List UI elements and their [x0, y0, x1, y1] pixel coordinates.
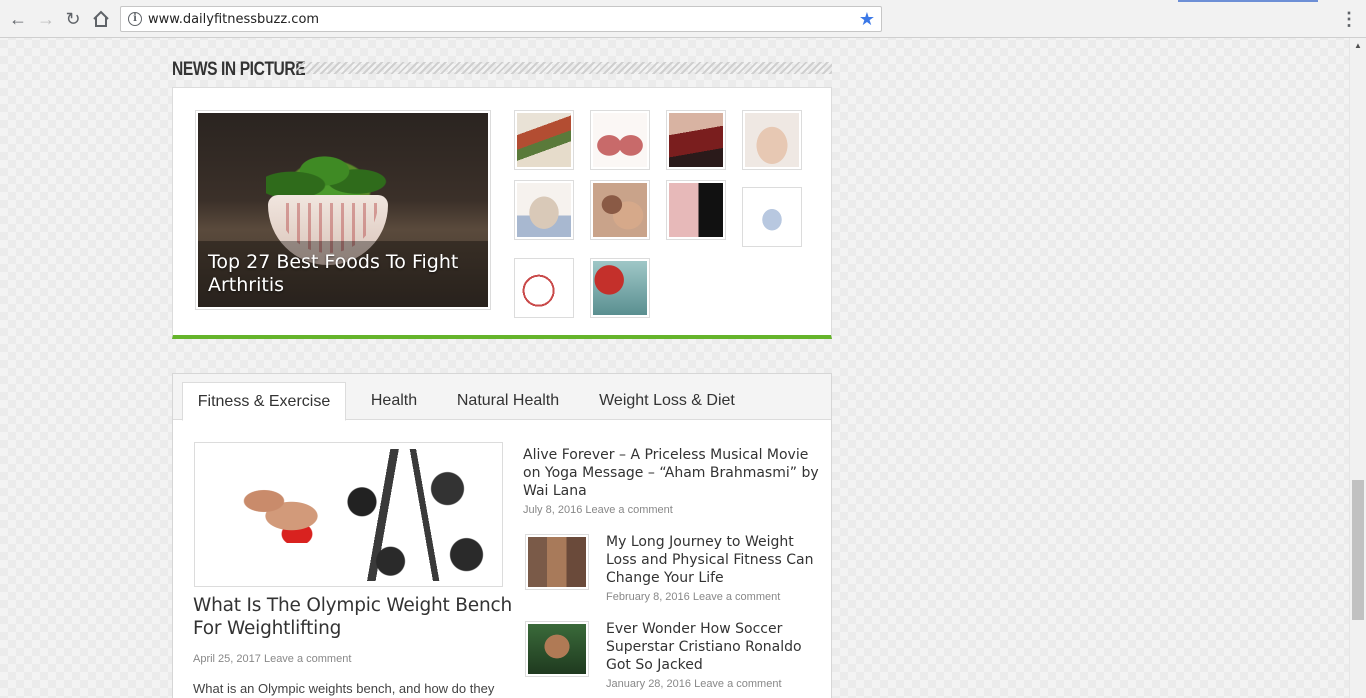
tab-strip-indicator: [1178, 0, 1318, 2]
main-post-image[interactable]: [194, 442, 503, 587]
side-post-date: July 8, 2016: [523, 504, 583, 516]
side-post-meta: February 8, 2016 Leave a comment: [606, 591, 780, 603]
news-in-picture-box: Top 27 Best Foods To Fight Arthritis: [172, 87, 832, 339]
category-tabs-box: Fitness & Exercise Health Natural Health…: [172, 373, 832, 698]
tab-weight-loss-diet[interactable]: Weight Loss & Diet: [587, 382, 747, 420]
person-shape: [231, 483, 341, 543]
side-post-date: February 8, 2016: [606, 591, 690, 603]
thumb-massage[interactable]: [666, 110, 726, 170]
address-bar-url[interactable]: www.dailyfitnessbuzz.com: [148, 12, 319, 27]
thumb-stomach[interactable]: [742, 110, 802, 170]
featured-caption[interactable]: Top 27 Best Foods To Fight Arthritis: [208, 251, 468, 297]
main-post-meta: April 25, 2017 Leave a comment: [193, 653, 351, 665]
thumb-couple[interactable]: [590, 180, 650, 240]
tab-fitness-exercise[interactable]: Fitness & Exercise: [182, 382, 346, 421]
side-post-meta: July 8, 2016 Leave a comment: [523, 504, 673, 516]
site-info-icon[interactable]: i: [128, 12, 142, 26]
thumb-device[interactable]: [742, 187, 802, 247]
side-post-meta: January 28, 2016 Leave a comment: [606, 678, 782, 690]
browser-toolbar: ← → ↻ i www.dailyfitnessbuzz.com ★ ⋮: [0, 0, 1366, 38]
side-post-thumbnail[interactable]: [525, 534, 589, 590]
browser-menu-icon[interactable]: ⋮: [1340, 8, 1358, 30]
thumb-dress[interactable]: [666, 180, 726, 240]
back-arrow-icon[interactable]: ←: [7, 8, 29, 30]
address-bar[interactable]: i www.dailyfitnessbuzz.com ★: [120, 6, 882, 32]
side-post-comment-link[interactable]: Leave a comment: [693, 591, 780, 603]
side-post-title[interactable]: My Long Journey to Weight Loss and Physi…: [606, 533, 821, 587]
scrollbar-thumb[interactable]: [1352, 480, 1364, 620]
main-post-excerpt: What is an Olympic weights bench, and ho…: [193, 681, 495, 696]
side-post-date: January 28, 2016: [606, 678, 692, 690]
home-icon[interactable]: [90, 8, 112, 30]
side-post-title[interactable]: Ever Wonder How Soccer Superstar Cristia…: [606, 620, 821, 674]
scroll-up-arrow-icon[interactable]: ▲: [1353, 40, 1363, 52]
page-scrollbar[interactable]: ▲: [1349, 38, 1366, 698]
news-in-picture-header: News in Picture: [172, 58, 832, 82]
main-post-comment-link[interactable]: Leave a comment: [264, 653, 351, 665]
bookmark-star-icon[interactable]: ★: [859, 9, 875, 30]
tab-bar: Fitness & Exercise Health Natural Health…: [173, 374, 831, 421]
side-post-comment-link[interactable]: Leave a comment: [694, 678, 781, 690]
thumb-kidneys[interactable]: [590, 110, 650, 170]
section-title: News in Picture: [172, 59, 306, 80]
tab-health[interactable]: Health: [358, 382, 430, 420]
thumb-diagram[interactable]: [514, 258, 574, 318]
featured-post[interactable]: Top 27 Best Foods To Fight Arthritis: [195, 110, 491, 310]
side-post-comment-link[interactable]: Leave a comment: [585, 504, 672, 516]
main-post-title[interactable]: What Is The Olympic Weight Bench For Wei…: [193, 594, 513, 640]
thumb-herbs[interactable]: [514, 110, 574, 170]
thumb-back-brace[interactable]: [514, 180, 574, 240]
side-post-thumbnail[interactable]: [525, 621, 589, 677]
reload-icon[interactable]: ↻: [62, 8, 84, 30]
section-title-stripe: [296, 62, 832, 74]
side-post-title[interactable]: Alive Forever – A Priceless Musical Movi…: [523, 446, 823, 500]
thumb-santa[interactable]: [590, 258, 650, 318]
tab-natural-health[interactable]: Natural Health: [445, 382, 571, 420]
main-post-date: April 25, 2017: [193, 653, 261, 665]
forward-arrow-icon[interactable]: →: [35, 8, 57, 30]
featured-image[interactable]: Top 27 Best Foods To Fight Arthritis: [198, 113, 488, 307]
